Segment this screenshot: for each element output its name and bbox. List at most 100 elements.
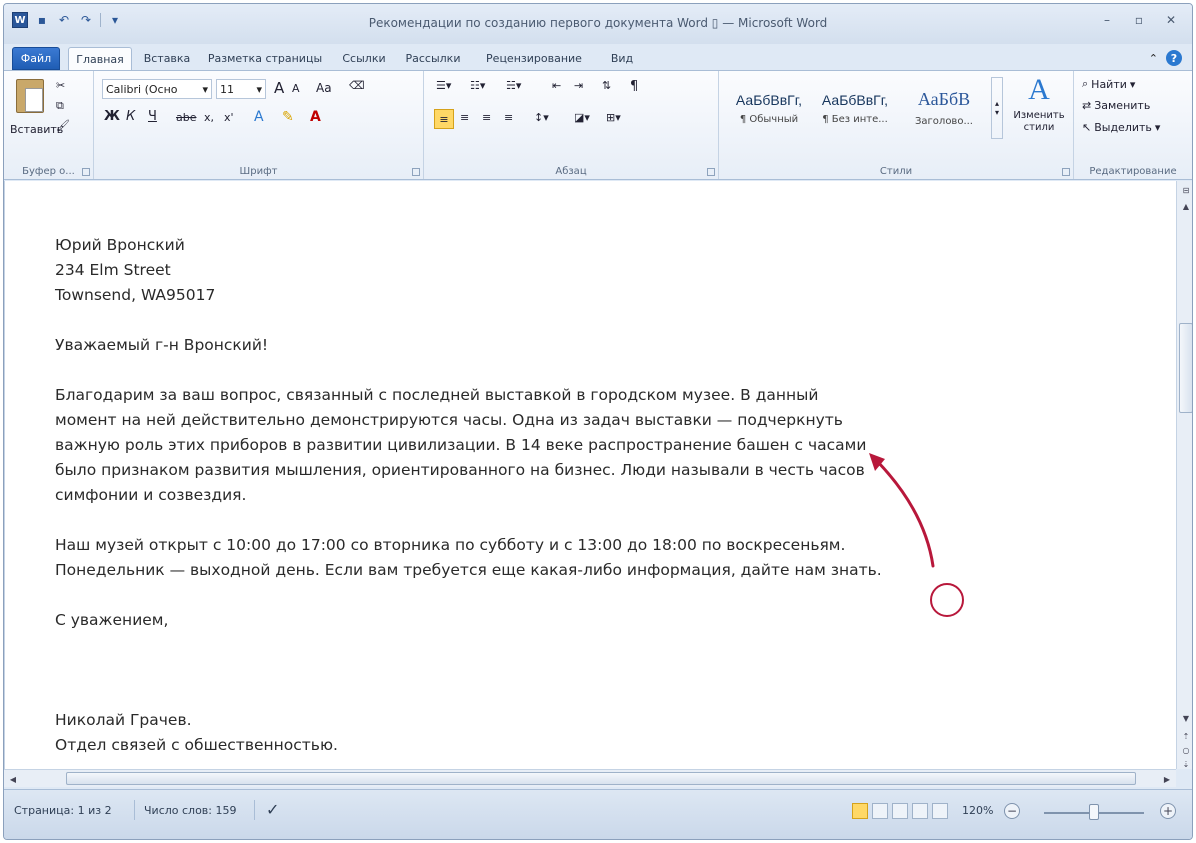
- paragraph-line: симфонии и созвездия.: [55, 486, 247, 504]
- styles-scroll-icon[interactable]: ▴ ▾: [991, 77, 1003, 139]
- style-heading[interactable]: АаБбВ Заголово...: [899, 77, 989, 139]
- ruler-toggle-icon[interactable]: ⊟: [1177, 183, 1192, 197]
- proofing-icon[interactable]: ✓: [266, 800, 279, 819]
- document-page[interactable]: Юрий Вронский 234 Elm Street Townsend, W…: [4, 181, 1176, 769]
- zoom-out-icon[interactable]: −: [1004, 803, 1020, 819]
- select-label: Выделить: [1094, 121, 1152, 134]
- bold-button[interactable]: Ж: [104, 109, 120, 124]
- browse-object-icon[interactable]: ○: [1177, 743, 1192, 757]
- close-icon[interactable]: ✕: [1156, 10, 1186, 30]
- font-color-icon[interactable]: A: [310, 109, 321, 125]
- chevron-down-icon: ▾: [1129, 77, 1136, 91]
- web-layout-view-icon[interactable]: [892, 803, 908, 819]
- styles-launcher-icon[interactable]: [1062, 168, 1070, 176]
- copy-icon[interactable]: ⧉: [56, 99, 64, 113]
- horizontal-scroll-thumb[interactable]: [66, 772, 1136, 785]
- vertical-scroll-thumb[interactable]: [1179, 323, 1192, 413]
- draft-view-icon[interactable]: [932, 803, 948, 819]
- change-case-button[interactable]: Aa: [316, 81, 332, 95]
- scroll-right-icon[interactable]: ▶: [1158, 772, 1176, 786]
- replace-button[interactable]: ⇄ Заменить: [1082, 99, 1150, 112]
- outline-view-icon[interactable]: [912, 803, 928, 819]
- sort-icon[interactable]: ⇅: [602, 79, 611, 92]
- editing-group-label: Редактирование: [1089, 166, 1177, 177]
- subscript-button[interactable]: x,: [204, 111, 214, 124]
- numbering-icon[interactable]: ☷▾: [470, 79, 485, 92]
- bullets-icon[interactable]: ☰▾: [436, 79, 451, 92]
- align-left-icon[interactable]: ≡: [434, 109, 454, 129]
- signature-line: Николай Грачев.: [55, 711, 192, 729]
- align-center-icon[interactable]: ≡: [460, 111, 469, 124]
- paragraph-line: Благодарим за ваш вопрос, связанный с по…: [55, 386, 819, 404]
- tab-insert[interactable]: Вставка: [136, 47, 198, 70]
- help-icon[interactable]: ?: [1166, 50, 1182, 66]
- scroll-up-icon[interactable]: ▲: [1177, 199, 1192, 213]
- maximize-icon[interactable]: ▫: [1124, 10, 1154, 30]
- show-marks-button[interactable]: ¶: [630, 79, 638, 94]
- tab-mailings[interactable]: Рассылки: [400, 47, 466, 70]
- decrease-indent-icon[interactable]: ⇤: [552, 79, 561, 92]
- italic-button[interactable]: К: [126, 109, 135, 124]
- signature-block: Николай Грачев. Отдел связей с обшествен…: [55, 708, 882, 758]
- print-layout-view-icon[interactable]: [852, 803, 868, 819]
- style-normal-sample: АаБбВвГг,: [735, 91, 803, 108]
- change-styles-label: Изменить стили: [1013, 110, 1065, 133]
- text-effects-icon[interactable]: A: [254, 109, 264, 125]
- style-heading-sample: АаБбВ: [917, 89, 971, 109]
- shading-icon[interactable]: ◪▾: [574, 111, 590, 124]
- tab-references[interactable]: Ссылки: [336, 47, 392, 70]
- paragraph-group-label: Абзац: [555, 166, 587, 177]
- change-styles-button[interactable]: A Изменить стили: [1013, 73, 1065, 134]
- multilevel-list-icon[interactable]: ☵▾: [506, 79, 521, 92]
- highlight-icon[interactable]: ✎: [282, 109, 294, 125]
- select-button[interactable]: ↖ Выделить ▾: [1082, 121, 1160, 134]
- full-screen-view-icon[interactable]: [872, 803, 888, 819]
- underline-button[interactable]: Ч: [148, 109, 157, 124]
- font-family-select[interactable]: Calibri (Осно ▾: [102, 79, 212, 99]
- style-no-spacing[interactable]: АаБбВвГг, ¶ Без инте...: [813, 77, 897, 139]
- paste-icon[interactable]: [16, 79, 44, 113]
- document-body[interactable]: Юрий Вронский 234 Elm Street Townsend, W…: [55, 233, 882, 758]
- superscript-button[interactable]: x': [224, 111, 234, 124]
- clear-formatting-icon[interactable]: ⌫: [349, 79, 365, 92]
- borders-icon[interactable]: ⊞▾: [606, 111, 621, 124]
- strikethrough-button[interactable]: abe: [176, 111, 197, 124]
- find-button[interactable]: ⌕ Найти ▾: [1082, 77, 1135, 91]
- address-line: 234 Elm Street: [55, 261, 171, 279]
- increase-indent-icon[interactable]: ⇥: [574, 79, 583, 92]
- tab-review[interactable]: Рецензирование: [474, 47, 594, 70]
- tab-page-layout[interactable]: Разметка страницы: [204, 47, 326, 70]
- minimize-icon[interactable]: –: [1092, 10, 1122, 30]
- grow-font-button[interactable]: A: [274, 79, 284, 97]
- zoom-level[interactable]: 120%: [962, 804, 993, 817]
- zoom-in-icon[interactable]: +: [1160, 803, 1176, 819]
- paragraph-launcher-icon[interactable]: [707, 168, 715, 176]
- collapse-ribbon-icon[interactable]: ⌃: [1149, 52, 1158, 65]
- style-normal[interactable]: АаБбВвГг, ¶ Обычный: [727, 77, 811, 139]
- tab-view[interactable]: Вид: [602, 47, 642, 70]
- tab-home[interactable]: Главная: [68, 47, 132, 70]
- font-size-select[interactable]: 11 ▾: [216, 79, 266, 99]
- page-indicator[interactable]: Страница: 1 из 2: [14, 804, 112, 817]
- horizontal-scrollbar[interactable]: ◀ ▶: [4, 769, 1176, 787]
- cut-icon[interactable]: ✂: [56, 79, 65, 92]
- word-count[interactable]: Число слов: 159: [144, 804, 237, 817]
- tab-file[interactable]: Файл: [12, 47, 60, 70]
- editing-group: ⌕ Найти ▾ ⇄ Заменить ↖ Выделить ▾ Редактирова…: [1074, 71, 1192, 179]
- line-spacing-icon[interactable]: ↕▾: [534, 111, 549, 124]
- clipboard-launcher-icon[interactable]: [82, 168, 90, 176]
- vertical-scrollbar[interactable]: ⊟ ▲ ▼ ⇡ ○ ⇣: [1176, 181, 1192, 771]
- justify-icon[interactable]: ≡: [504, 111, 513, 124]
- paragraph-line: Наш музей открыт с 10:00 до 17:00 со вто…: [55, 536, 846, 554]
- zoom-slider-thumb[interactable]: [1089, 804, 1099, 820]
- format-painter-icon[interactable]: 🖌: [56, 119, 70, 132]
- closing: С уважением,: [55, 608, 882, 633]
- next-page-icon[interactable]: ⇣: [1177, 757, 1192, 771]
- scroll-left-icon[interactable]: ◀: [4, 772, 22, 786]
- shrink-font-button[interactable]: A: [292, 82, 300, 95]
- align-right-icon[interactable]: ≡: [482, 111, 491, 124]
- prev-page-icon[interactable]: ⇡: [1177, 729, 1192, 743]
- scroll-down-icon[interactable]: ▼: [1177, 711, 1192, 725]
- font-launcher-icon[interactable]: [412, 168, 420, 176]
- window-title: Рекомендации по созданию первого докумен…: [368, 16, 828, 30]
